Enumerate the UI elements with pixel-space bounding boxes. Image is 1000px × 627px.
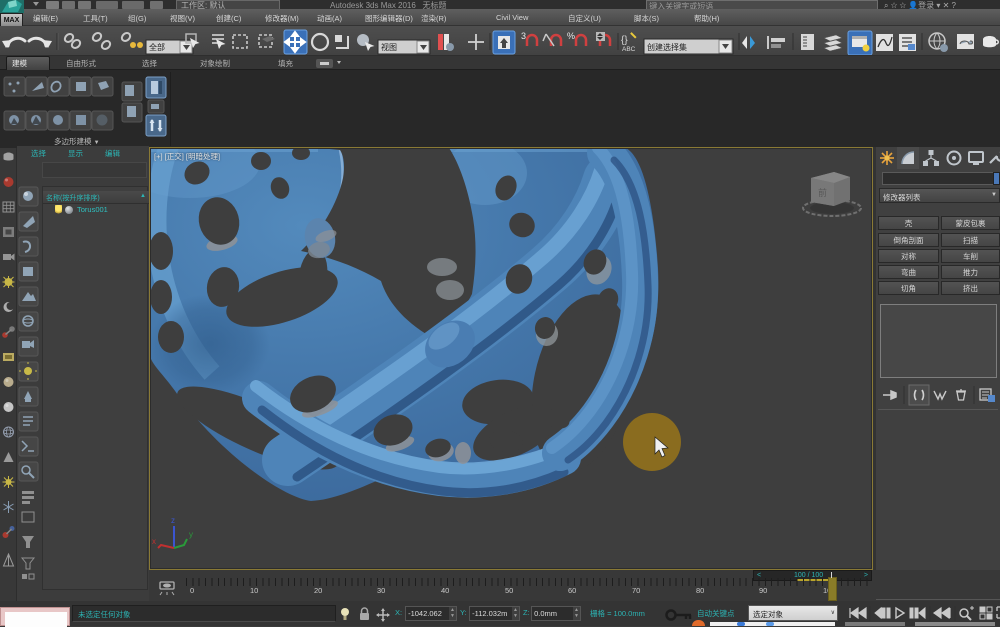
svg-text:创建选择集: 创建选择集 — [647, 42, 687, 52]
svg-text:{}: {} — [621, 35, 628, 46]
svg-text:全部: 全部 — [149, 42, 165, 52]
svg-text:3: 3 — [521, 31, 526, 41]
svg-text:ABC: ABC — [622, 46, 636, 53]
svg-text:视图: 视图 — [381, 42, 397, 52]
svg-text:%: % — [567, 31, 575, 41]
